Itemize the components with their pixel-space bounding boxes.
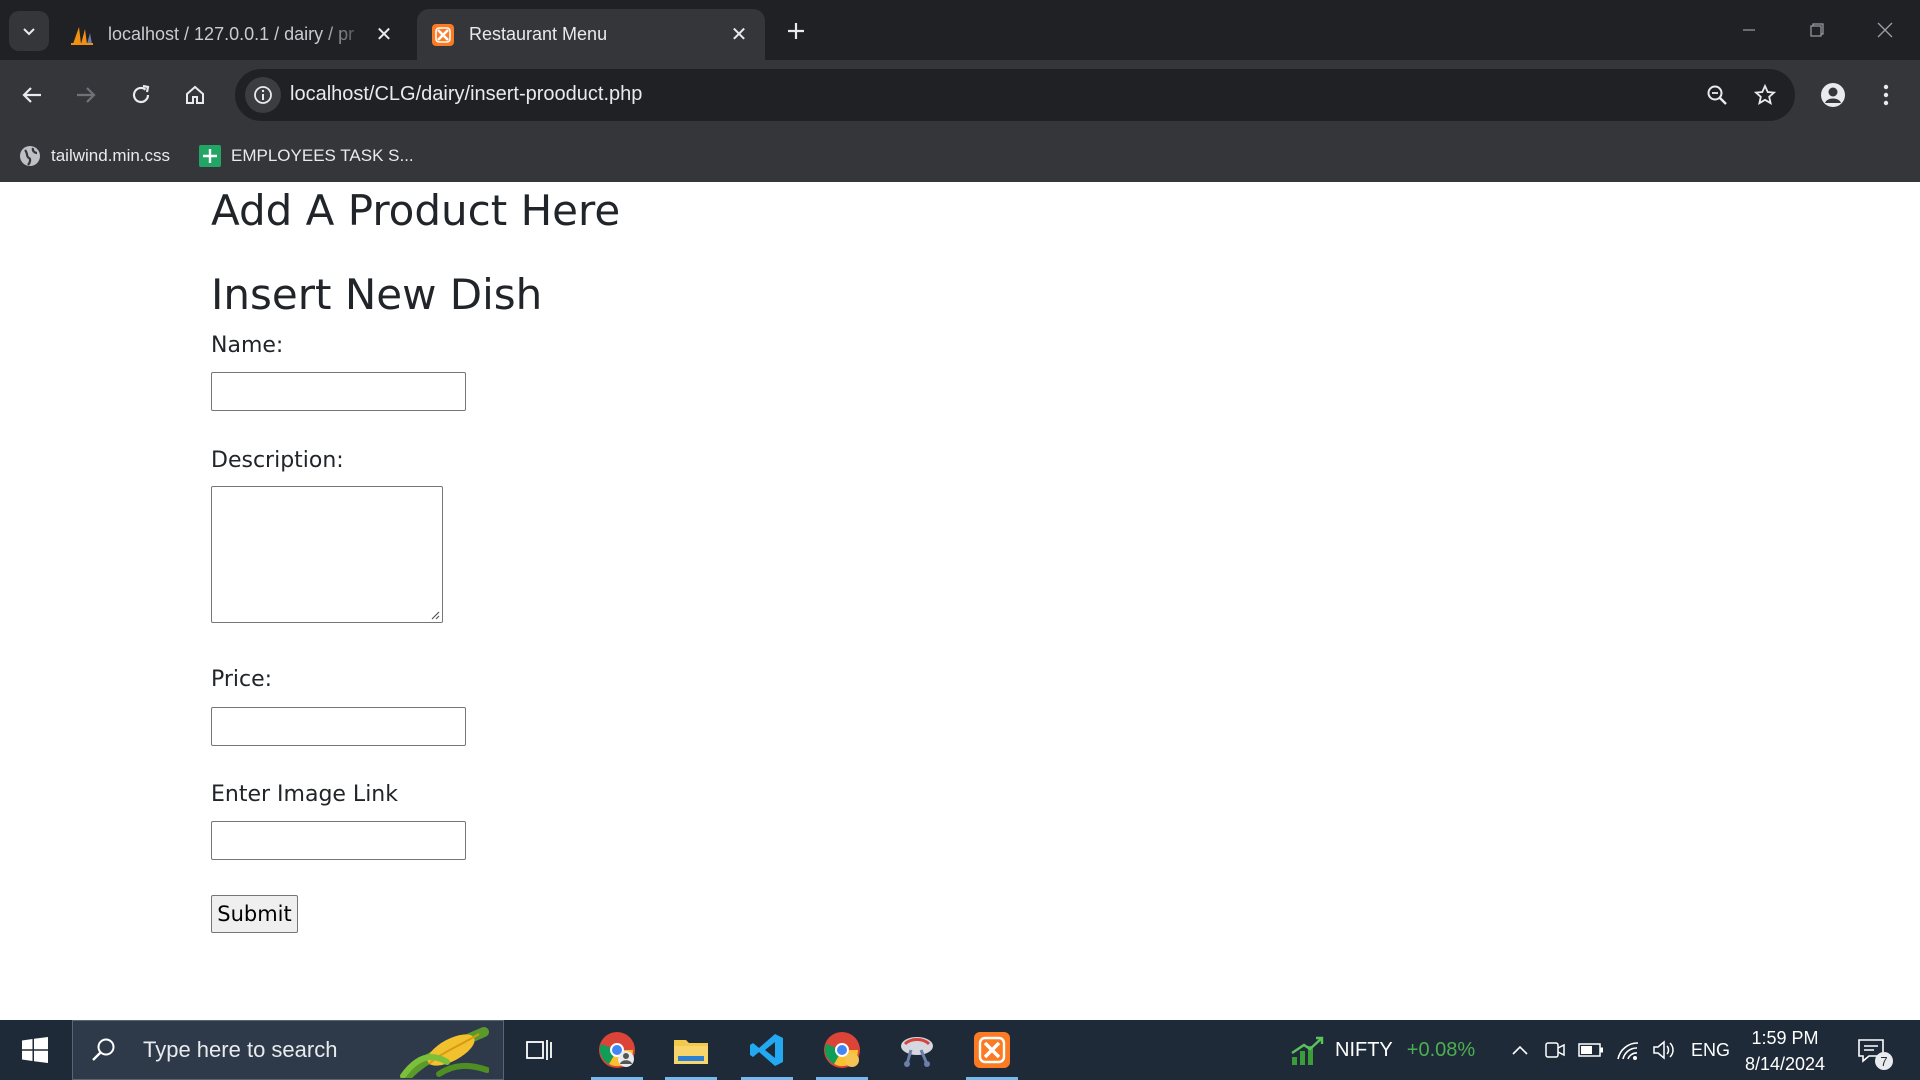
nifty-chart-icon[interactable] [1290,1034,1324,1068]
browser-toolbar: localhost/CLG/dairy/insert-prooduct.php [0,60,1920,130]
vscode-icon [750,1034,783,1066]
minimize-icon [1743,29,1755,31]
wifi-icon[interactable] [1614,1036,1642,1064]
clock-date: 8/14/2024 [1744,1054,1826,1074]
restore-button[interactable] [1795,12,1839,48]
notifications-button[interactable]: 7 [1855,1034,1893,1070]
image-link-label: Enter Image Link [211,782,398,807]
plus-icon [788,23,804,39]
globe-icon [19,145,41,167]
price-label: Price: [211,667,273,692]
task-view-icon [526,1040,552,1060]
sheets-icon [199,145,221,167]
volume-icon[interactable] [1650,1036,1678,1064]
form-title: Insert New Dish [211,270,543,319]
nifty-label: NIFTY [1335,1038,1393,1061]
tab-restaurant-menu[interactable]: Restaurant Menu ✕ [417,9,765,60]
clock-time: 1:59 PM [1751,1028,1819,1048]
taskbar-chrome-profile[interactable] [587,1020,647,1080]
tab-strip: localhost / 127.0.0.1 / dairy / pr ✕ Res… [0,0,1920,60]
corn-highlight-icon [400,1027,489,1078]
submit-button[interactable]: Submit [211,895,298,933]
language-indicator[interactable]: ENG [1691,1020,1730,1080]
tab-title: Restaurant Menu [469,24,608,44]
xampp-icon [431,23,455,47]
bookmarks-bar: tailwind.min.css EMPLOYEES TASK S... [0,130,1920,182]
menu-button[interactable] [1866,75,1906,115]
bookmark-tailwind[interactable]: tailwind.min.css [19,140,170,172]
star-icon [1754,84,1776,106]
taskbar-search-box[interactable]: Type here to search [72,1020,504,1080]
resize-grip-icon[interactable] [428,608,440,620]
reload-button[interactable] [121,75,161,115]
close-window-button[interactable] [1863,12,1907,48]
close-tab-icon[interactable]: ✕ [727,23,751,47]
taskbar-vscode[interactable] [737,1020,797,1080]
windows-taskbar: Type here to search NIFTY +0.08% ENG 1:5… [0,1020,1920,1080]
folder-icon [674,1040,708,1064]
chrome-icon [599,1032,635,1068]
snipping-tool-icon [901,1037,933,1067]
windows-logo-icon [22,1037,48,1063]
xampp-icon [974,1032,1010,1068]
chevron-down-icon [23,28,35,36]
search-icon [89,1035,119,1065]
name-label: Name: [211,333,284,358]
close-icon [1877,22,1893,38]
restore-icon [1810,23,1824,37]
image-link-input[interactable] [211,821,466,860]
tab-search-button[interactable] [9,11,49,51]
arrow-right-icon [77,87,96,103]
close-tab-icon[interactable]: ✕ [372,23,396,47]
back-button[interactable] [12,75,52,115]
phpmyadmin-sail-icon [70,23,94,47]
start-button[interactable] [0,1020,70,1080]
page-viewport: Add A Product Here Insert New Dish Name:… [0,182,1920,1020]
taskbar-xampp[interactable] [962,1020,1022,1080]
chevron-up-icon [1512,1045,1528,1055]
tab-phpmyadmin[interactable]: localhost / 127.0.0.1 / dairy / pr ✕ [56,9,410,60]
forward-button[interactable] [66,75,106,115]
name-input[interactable] [211,372,466,411]
nifty-change: +0.08% [1406,1038,1476,1061]
kebab-menu-icon [1883,84,1889,106]
notification-count-badge: 7 [1875,1052,1893,1070]
tab-title: localhost / 127.0.0.1 / dairy / pr [108,24,355,44]
info-icon [254,86,272,104]
minimize-button[interactable] [1727,12,1771,48]
zoom-button[interactable] [1701,79,1733,111]
taskbar-file-explorer[interactable] [661,1020,721,1080]
nifty-ticker[interactable]: NIFTY +0.08% [1335,1020,1475,1080]
home-button[interactable] [175,75,215,115]
battery-icon[interactable] [1577,1036,1605,1064]
chrome-icon [824,1032,860,1068]
description-label: Description: [211,448,344,473]
reload-icon [132,84,150,104]
arrow-left-icon [22,87,41,103]
url-text[interactable]: localhost/CLG/dairy/insert-prooduct.php [290,83,642,106]
clock[interactable]: 1:59 PM 8/14/2024 [1740,1025,1830,1077]
price-input[interactable] [211,707,466,746]
taskbar-chrome[interactable] [812,1020,872,1080]
meet-now-icon[interactable] [1541,1036,1569,1064]
show-hidden-icons-button[interactable] [1506,1036,1534,1064]
taskbar-snipping-tool[interactable] [887,1020,947,1080]
task-view-button[interactable] [510,1020,570,1080]
bookmark-employees-task[interactable]: EMPLOYEES TASK S... [199,140,414,172]
profile-button[interactable] [1813,75,1853,115]
home-icon [186,85,204,104]
bookmark-label: tailwind.min.css [51,146,171,165]
avatar-icon [1821,83,1845,107]
zoom-icon [1707,85,1727,105]
new-tab-button[interactable] [779,14,813,48]
bookmark-star-button[interactable] [1749,79,1781,111]
address-bar[interactable]: localhost/CLG/dairy/insert-prooduct.php [235,69,1795,121]
site-info-button[interactable] [245,77,281,113]
bookmark-label: EMPLOYEES TASK S... [231,146,414,165]
description-textarea[interactable] [211,486,443,623]
search-placeholder: Type here to search [143,1037,338,1062]
page-title: Add A Product Here [211,186,621,235]
